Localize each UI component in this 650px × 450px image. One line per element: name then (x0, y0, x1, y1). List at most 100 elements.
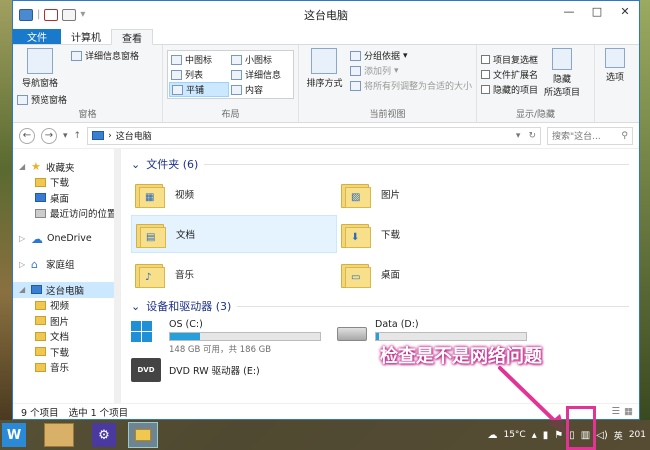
gear-icon: ⚙ (98, 427, 110, 443)
minimize-button[interactable]: — (561, 5, 577, 18)
qat-dropdown-icon[interactable]: ▾ (80, 9, 85, 20)
hidden-items-label: 隐藏的项目 (493, 86, 539, 96)
layout-medium-icons[interactable]: 中图标 (169, 52, 229, 67)
search-icon[interactable]: ⚲ (621, 131, 628, 141)
options-button[interactable]: 选项 (599, 48, 631, 83)
folder-label: 音乐 (175, 270, 195, 281)
show-hidden-icons[interactable]: ▴ (532, 430, 537, 441)
drive-c[interactable]: OS (C:) 148 GB 可用，共 186 GB (131, 319, 337, 355)
folder-videos[interactable]: ▦ 视频 (131, 175, 337, 213)
start-button[interactable]: W (2, 423, 26, 447)
nav-downloads[interactable]: 下载 (13, 175, 120, 191)
expand-icon[interactable]: ◢ (19, 162, 27, 171)
checkbox[interactable] (481, 70, 490, 79)
folder-desktop[interactable]: ▭ 桌面 (337, 255, 543, 293)
nav-documents[interactable]: 文档 (13, 329, 120, 345)
checkbox[interactable] (481, 85, 490, 94)
folder-label: 下载 (381, 230, 401, 241)
address-dropdown-icon[interactable]: ▾ (516, 131, 525, 141)
address-field[interactable]: › 这台电脑 ▾ ↻ (87, 126, 541, 145)
layout-details[interactable]: 详细信息 (229, 67, 289, 82)
group-by-button[interactable]: 分组依据 ▾ (349, 48, 472, 63)
layout-content[interactable]: 内容 (229, 82, 289, 97)
nav-desktop[interactable]: 桌面 (13, 190, 120, 206)
preview-pane-button[interactable]: 预览窗格 (17, 92, 67, 107)
documents-folder-icon (35, 331, 46, 341)
pictures-folder-icon (35, 316, 46, 326)
folders-section-header[interactable]: ⌄ 文件夹 (6) (131, 155, 629, 173)
nav-videos[interactable]: 视频 (13, 298, 120, 314)
small-icons-icon (231, 54, 242, 65)
details-view-icon[interactable]: ☰ (611, 406, 620, 417)
nav-homegroup[interactable]: ▷ ⌂ 家庭组 (13, 257, 120, 273)
collapse-icon[interactable]: ⌄ (131, 300, 140, 313)
group-show-hide: 项目复选框 文件扩展名 隐藏的项目 隐藏 所选项目 显示/隐藏 (477, 45, 595, 122)
layout-list[interactable]: 列表 (169, 67, 229, 82)
fit-columns-button[interactable]: 将所有列调整为合适的大小 (349, 78, 472, 93)
search-input[interactable]: 搜索"这台... ⚲ (547, 126, 633, 145)
language-indicator[interactable]: 英 (614, 429, 623, 442)
taskbar-app-explorer[interactable] (128, 422, 158, 448)
message-icon[interactable]: ▮ (543, 430, 549, 441)
nav-scrollbar[interactable] (114, 149, 120, 403)
add-column-icon (349, 65, 361, 76)
folder-pictures[interactable]: ▨ 图片 (337, 175, 543, 213)
annotation-highlight-box (566, 406, 596, 450)
nav-music[interactable]: 音乐 (13, 360, 120, 376)
add-column-button[interactable]: 添加列 ▾ (349, 63, 472, 78)
options-icon (605, 48, 625, 68)
quick-access-toolbar: | ▾ (13, 8, 85, 21)
maximize-button[interactable]: □ (589, 5, 605, 18)
nav-downloads-2[interactable]: 下载 (13, 344, 120, 360)
volume-icon[interactable]: ◁) (596, 430, 608, 441)
expand-icon[interactable]: ◢ (19, 285, 27, 294)
new-folder-icon[interactable] (62, 8, 77, 21)
recent-locations-icon[interactable]: ▾ (63, 131, 68, 141)
devices-section-header[interactable]: ⌄ 设备和驱动器 (3) (131, 297, 629, 315)
forward-button[interactable]: → (41, 127, 57, 144)
drive-usage-bar (375, 332, 527, 341)
nav-pictures[interactable]: 图片 (13, 313, 120, 329)
expand-icon[interactable]: ▷ (19, 260, 27, 269)
up-button[interactable]: ↑ (74, 131, 82, 141)
properties-icon[interactable] (44, 8, 59, 21)
refresh-icon[interactable]: ↻ (528, 131, 540, 141)
item-checkbox-toggle[interactable]: 项目复选框 (481, 52, 538, 67)
file-extension-toggle[interactable]: 文件扩展名 (481, 67, 538, 82)
nav-onedrive[interactable]: ▷ ☁ OneDrive (13, 231, 120, 247)
music-folder-icon (35, 362, 46, 372)
tab-file[interactable]: 文件 (13, 29, 61, 44)
computer-icon[interactable] (19, 8, 33, 21)
nav-pane-button[interactable]: 导航窗格 (17, 48, 63, 89)
tab-view[interactable]: 查看 (111, 29, 153, 45)
nav-recent[interactable]: 最近访问的位置 (13, 206, 120, 222)
sort-by-button[interactable]: 排序方式 (303, 48, 346, 108)
folder-documents[interactable]: ▤ 文档 (131, 215, 337, 253)
close-button[interactable]: ✕ (617, 5, 633, 18)
back-button[interactable]: ← (19, 127, 35, 144)
layout-small-icons[interactable]: 小图标 (229, 52, 289, 67)
folders-grid: ▦ 视频 ▨ 图片 ▤ 文档 ⬇ 下载 ♪ 音乐 ▭ 桌面 (131, 175, 629, 293)
flag-icon[interactable]: ⚑ (554, 430, 563, 441)
ribbon: 导航窗格 预览窗格 详细信息窗格 窗格 中图标 小图标 列表 详细信息 平铺 内… (13, 45, 639, 123)
collapse-icon[interactable]: ⌄ (131, 158, 140, 171)
hidden-items-toggle[interactable]: 隐藏的项目 (481, 82, 538, 97)
expand-icon[interactable]: ▷ (19, 234, 27, 243)
nav-favorites[interactable]: ◢ ★ 收藏夹 (13, 159, 120, 175)
folder-music[interactable]: ♪ 音乐 (131, 255, 337, 293)
layout-label: 小图标 (245, 56, 273, 66)
weather-icon[interactable]: ☁ (487, 430, 497, 441)
details-pane-button[interactable]: 详细信息窗格 (71, 48, 139, 63)
taskbar-app-settings[interactable]: ⚙ (92, 423, 116, 447)
tab-computer[interactable]: 计算机 (61, 29, 111, 44)
large-icons-view-icon[interactable]: ▦ (624, 406, 633, 417)
nav-this-pc[interactable]: ◢ 这台电脑 (13, 282, 120, 298)
hide-selected-button[interactable]: 隐藏 所选项目 (542, 48, 582, 108)
window-controls: — □ ✕ (561, 5, 633, 18)
taskbar-app-photo[interactable] (44, 423, 74, 447)
breadcrumb[interactable]: 这台电脑 (116, 129, 152, 142)
layout-tiles[interactable]: 平铺 (169, 82, 229, 97)
folder-downloads[interactable]: ⬇ 下载 (337, 215, 543, 253)
checkbox[interactable] (481, 55, 490, 64)
clock[interactable]: 201 (629, 430, 646, 440)
